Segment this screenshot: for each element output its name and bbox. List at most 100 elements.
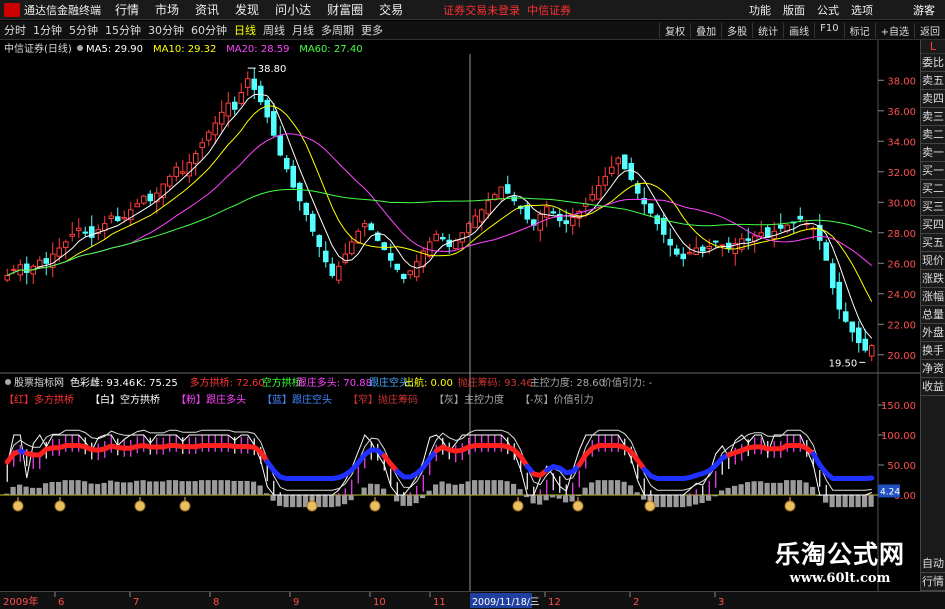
menu-wealth[interactable]: 财富圈 xyxy=(327,1,363,18)
candle xyxy=(192,150,199,176)
candle xyxy=(595,175,602,200)
indicator-tick-label: 50.00 xyxy=(887,461,916,472)
period-tab-2[interactable]: 5分钟 xyxy=(69,22,98,38)
sidebar-item-14[interactable]: 涨幅 xyxy=(921,288,945,306)
tool-button-2[interactable]: 多股 xyxy=(721,22,752,38)
indicator-bar xyxy=(23,486,29,495)
tool-button-0[interactable]: 复权 xyxy=(659,22,690,38)
sidebar-item-7[interactable]: 买一 xyxy=(921,162,945,180)
period-tab-8[interactable]: 月线 xyxy=(292,22,314,38)
indicator-bar xyxy=(608,480,614,495)
indicator-bar xyxy=(582,487,588,495)
indicator-bar xyxy=(199,480,205,495)
sidebar-item-11[interactable]: 买五 xyxy=(921,234,945,252)
candle xyxy=(699,244,706,258)
app-title: 通达信金融终端 xyxy=(24,3,101,17)
ma-label-2: MA20: 28.59 xyxy=(226,44,289,55)
money-bag-icon xyxy=(179,497,191,512)
sidebar-bottom-1[interactable]: 行情 xyxy=(921,573,945,591)
menu-news[interactable]: 资讯 xyxy=(195,1,219,18)
menu-trade[interactable]: 交易 xyxy=(379,1,403,18)
svg-text:4.24: 4.24 xyxy=(880,487,900,497)
candle xyxy=(550,207,557,215)
sidebar-item-16[interactable]: 外盘 xyxy=(921,324,945,342)
candle xyxy=(69,222,76,242)
candle xyxy=(823,239,830,261)
candle xyxy=(75,218,82,239)
period-tab-1[interactable]: 1分钟 xyxy=(33,22,62,38)
indicator-bar xyxy=(667,495,673,508)
sidebar-item-5[interactable]: 卖二 xyxy=(921,126,945,144)
period-tab-9[interactable]: 多周期 xyxy=(321,22,354,38)
candle xyxy=(589,185,596,202)
period-tab-6[interactable]: 日线 xyxy=(234,22,256,38)
period-tab-10[interactable]: 更多 xyxy=(361,22,383,38)
sidebar-item-15[interactable]: 总量 xyxy=(921,306,945,324)
menu-assistant[interactable]: 问小达 xyxy=(275,1,311,18)
candle xyxy=(231,96,238,115)
period-tab-0[interactable]: 分时 xyxy=(4,22,26,38)
tool-button-8[interactable]: 返回 xyxy=(914,22,945,38)
kline-and-indicator-chart[interactable]: 中信证券(日线) MA5: 29.90 MA10: 29.32 MA20: 28.59… xyxy=(0,40,920,591)
tool-button-6[interactable]: 标记 xyxy=(843,22,875,38)
sidebar-item-12[interactable]: 现价 xyxy=(921,252,945,270)
sidebar-item-2[interactable]: 卖五 xyxy=(921,72,945,90)
indicator-value-9: 价值引力: - xyxy=(602,376,653,389)
menubar: 通达信金融终端 行情 市场 资讯 发现 问小达 财富圈 交易 证券交易未登录 中… xyxy=(0,0,945,20)
tool-button-3[interactable]: 统计 xyxy=(752,22,783,38)
period-tab-3[interactable]: 15分钟 xyxy=(105,22,141,38)
period-tab-4[interactable]: 30分钟 xyxy=(148,22,184,38)
period-tab-7[interactable]: 周线 xyxy=(263,22,285,38)
sidebar-item-13[interactable]: 涨跌 xyxy=(921,270,945,288)
broker-name: 中信证券 xyxy=(527,3,572,17)
sidebar-item-3[interactable]: 卖四 xyxy=(921,90,945,108)
price-tick-label: 22.00 xyxy=(887,320,916,331)
menu-market[interactable]: 市场 xyxy=(155,1,179,18)
sidebar-item-10[interactable]: 买四 xyxy=(921,216,945,234)
tool-button-1[interactable]: 叠加 xyxy=(690,22,721,38)
indicator-bar xyxy=(212,480,218,495)
sidebar-bottom-0[interactable]: 自动 xyxy=(921,555,945,573)
guest-user[interactable]: 游客 xyxy=(911,2,937,18)
indicator-bar xyxy=(225,480,231,495)
login-notice[interactable]: 证券交易未登录 中信证券 xyxy=(443,2,571,18)
indicator-bar xyxy=(569,495,575,502)
menu-quotes[interactable]: 行情 xyxy=(115,1,139,18)
ma-line-5 xyxy=(7,93,873,339)
sidebar-item-17[interactable]: 换手 xyxy=(921,342,945,360)
indicator-legend-6: 【-灰】价值引力 xyxy=(520,393,594,406)
formula-button[interactable]: 公式 xyxy=(815,2,841,18)
indicator-bar xyxy=(186,481,192,495)
sidebar-item-1[interactable]: 委比 xyxy=(921,54,945,72)
function-button[interactable]: 功能 xyxy=(747,2,773,18)
layout-button[interactable]: 版面 xyxy=(781,2,807,18)
sidebar-item-19[interactable]: 收益 xyxy=(921,378,945,396)
sidebar-item-6[interactable]: 卖一 xyxy=(921,144,945,162)
indicator-bar xyxy=(823,495,829,503)
money-bag-icon xyxy=(134,497,146,512)
indicator-bar xyxy=(433,484,439,495)
candle xyxy=(309,210,316,237)
candle xyxy=(498,186,505,203)
tool-button-4[interactable]: 画线 xyxy=(783,22,814,38)
options-button[interactable]: 选项 xyxy=(849,2,875,18)
sidebar-item-18[interactable]: 净资 xyxy=(921,360,945,378)
tool-button-7[interactable]: +自选 xyxy=(874,22,914,38)
candle xyxy=(114,207,121,223)
candle xyxy=(855,321,862,353)
candle xyxy=(394,263,401,273)
indicator-bar xyxy=(446,483,452,495)
sidebar-item-8[interactable]: 买二 xyxy=(921,180,945,198)
current-value-box: 4.24 xyxy=(878,484,900,498)
indicator-bar xyxy=(550,495,556,498)
candle xyxy=(615,156,622,176)
tool-button-5[interactable]: F10 xyxy=(814,22,843,38)
sidebar-item-0[interactable]: L xyxy=(921,40,945,54)
sidebar-item-4[interactable]: 卖三 xyxy=(921,108,945,126)
period-tab-5[interactable]: 60分钟 xyxy=(191,22,227,38)
menu-discover[interactable]: 发现 xyxy=(235,1,259,18)
indicator-bar xyxy=(563,495,569,503)
candle xyxy=(43,252,50,276)
sidebar-item-9[interactable]: 买三 xyxy=(921,198,945,216)
